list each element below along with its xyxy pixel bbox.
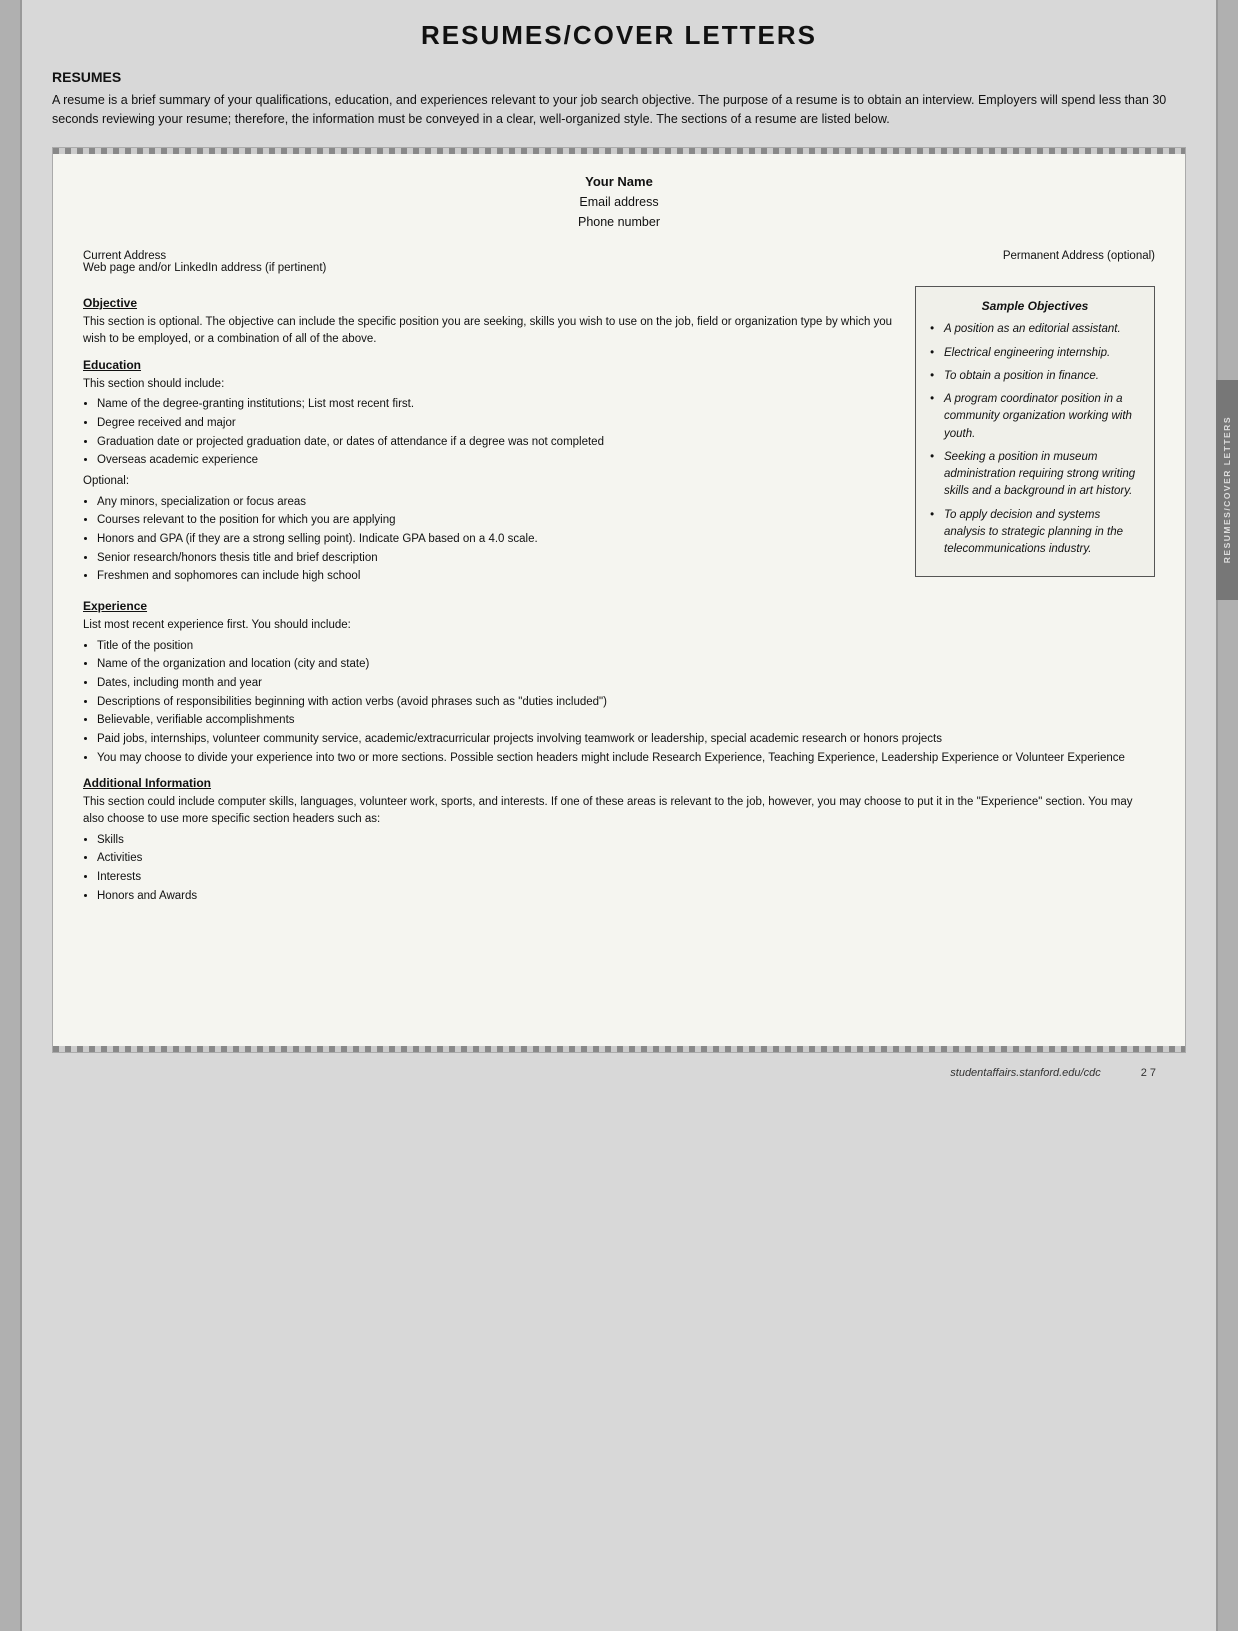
- list-item: Overseas academic experience: [97, 452, 899, 469]
- list-item: Name of the organization and location (c…: [97, 656, 1155, 673]
- list-item: Seeking a position in museum administrat…: [930, 449, 1140, 501]
- education-title: Education: [83, 358, 899, 372]
- main-content: RESUMES/COVER LETTERS RESUMES A resume i…: [22, 0, 1216, 1631]
- education-bullets: Name of the degree-granting institutions…: [97, 396, 899, 469]
- resume-box: Your Name Email address Phone number Cur…: [52, 147, 1186, 1054]
- list-item: Dates, including month and year: [97, 675, 1155, 692]
- additional-bullets: Skills Activities Interests Honors and A…: [97, 832, 1155, 905]
- list-item: Skills: [97, 832, 1155, 849]
- objective-section-row: Objective This section is optional. The …: [83, 286, 1155, 589]
- list-item: Descriptions of responsibilities beginni…: [97, 694, 1155, 711]
- resume-address-row: Current Address Web page and/or LinkedIn…: [83, 250, 1155, 274]
- list-item: Paid jobs, internships, volunteer commun…: [97, 731, 1155, 748]
- list-item: Name of the degree-granting institutions…: [97, 396, 899, 413]
- experience-title: Experience: [83, 599, 1155, 613]
- list-item: Believable, verifiable accomplishments: [97, 712, 1155, 729]
- list-item: Electrical engineering internship.: [930, 345, 1140, 362]
- left-border: [0, 0, 22, 1631]
- list-item: Degree received and major: [97, 415, 899, 432]
- list-item: Honors and Awards: [97, 888, 1155, 905]
- list-item: Activities: [97, 850, 1155, 867]
- current-address-label: Current Address: [83, 250, 326, 262]
- footer-page: 2 7: [1141, 1067, 1156, 1079]
- list-item: A position as an editorial assistant.: [930, 321, 1140, 338]
- sample-objectives-title: Sample Objectives: [930, 299, 1140, 313]
- resume-spacer: [83, 908, 1155, 1028]
- sample-objectives-box: Sample Objectives A position as an edito…: [915, 286, 1155, 577]
- resume-header: Your Name Email address Phone number: [83, 172, 1155, 233]
- additional-title: Additional Information: [83, 776, 1155, 790]
- list-item: Senior research/honors thesis title and …: [97, 550, 899, 567]
- permanent-address-label: Permanent Address (optional): [1003, 250, 1155, 274]
- page-title: RESUMES/COVER LETTERS: [52, 20, 1186, 51]
- page-wrapper: RESUMES/COVER LETTERS RESUMES A resume i…: [0, 0, 1238, 1631]
- list-item: To apply decision and systems analysis t…: [930, 507, 1140, 559]
- sample-objectives-list: A position as an editorial assistant. El…: [930, 321, 1140, 558]
- experience-intro: List most recent experience first. You s…: [83, 617, 1155, 634]
- list-item: You may choose to divide your experience…: [97, 750, 1155, 767]
- list-item: Honors and GPA (if they are a strong sel…: [97, 531, 899, 548]
- experience-bullets: Title of the position Name of the organi…: [97, 638, 1155, 767]
- list-item: Interests: [97, 869, 1155, 886]
- list-item: Any minors, specialization or focus area…: [97, 494, 899, 511]
- list-item: Courses relevant to the position for whi…: [97, 512, 899, 529]
- education-optional-bullets: Any minors, specialization or focus area…: [97, 494, 899, 585]
- education-intro: This section should include:: [83, 376, 899, 393]
- objective-col-left: Objective This section is optional. The …: [83, 286, 899, 589]
- footer: studentaffairs.stanford.edu/cdc 2 7: [52, 1063, 1186, 1083]
- resume-email: Email address: [83, 192, 1155, 212]
- list-item: A program coordinator position in a comm…: [930, 391, 1140, 443]
- side-tab-container: RESUMES/COVER LETTERS: [1216, 380, 1238, 600]
- additional-text: This section could include computer skil…: [83, 794, 1155, 827]
- right-border: RESUMES/COVER LETTERS: [1216, 0, 1238, 1631]
- intro-paragraph: A resume is a brief summary of your qual…: [52, 91, 1186, 129]
- resume-name: Your Name: [83, 172, 1155, 193]
- sample-objectives-col: Sample Objectives A position as an edito…: [915, 286, 1155, 577]
- resume-phone: Phone number: [83, 212, 1155, 232]
- list-item: Graduation date or projected graduation …: [97, 434, 899, 451]
- resume-address-left: Current Address Web page and/or LinkedIn…: [83, 250, 326, 274]
- footer-url: studentaffairs.stanford.edu/cdc: [950, 1067, 1100, 1079]
- list-item: Title of the position: [97, 638, 1155, 655]
- web-label: Web page and/or LinkedIn address (if per…: [83, 262, 326, 274]
- education-optional-label: Optional:: [83, 473, 899, 490]
- list-item: To obtain a position in finance.: [930, 368, 1140, 385]
- objective-title: Objective: [83, 296, 899, 310]
- objective-text: This section is optional. The objective …: [83, 314, 899, 347]
- side-tab-label: RESUMES/COVER LETTERS: [1222, 416, 1232, 563]
- resumes-heading: RESUMES: [52, 69, 1186, 85]
- list-item: Freshmen and sophomores can include high…: [97, 568, 899, 585]
